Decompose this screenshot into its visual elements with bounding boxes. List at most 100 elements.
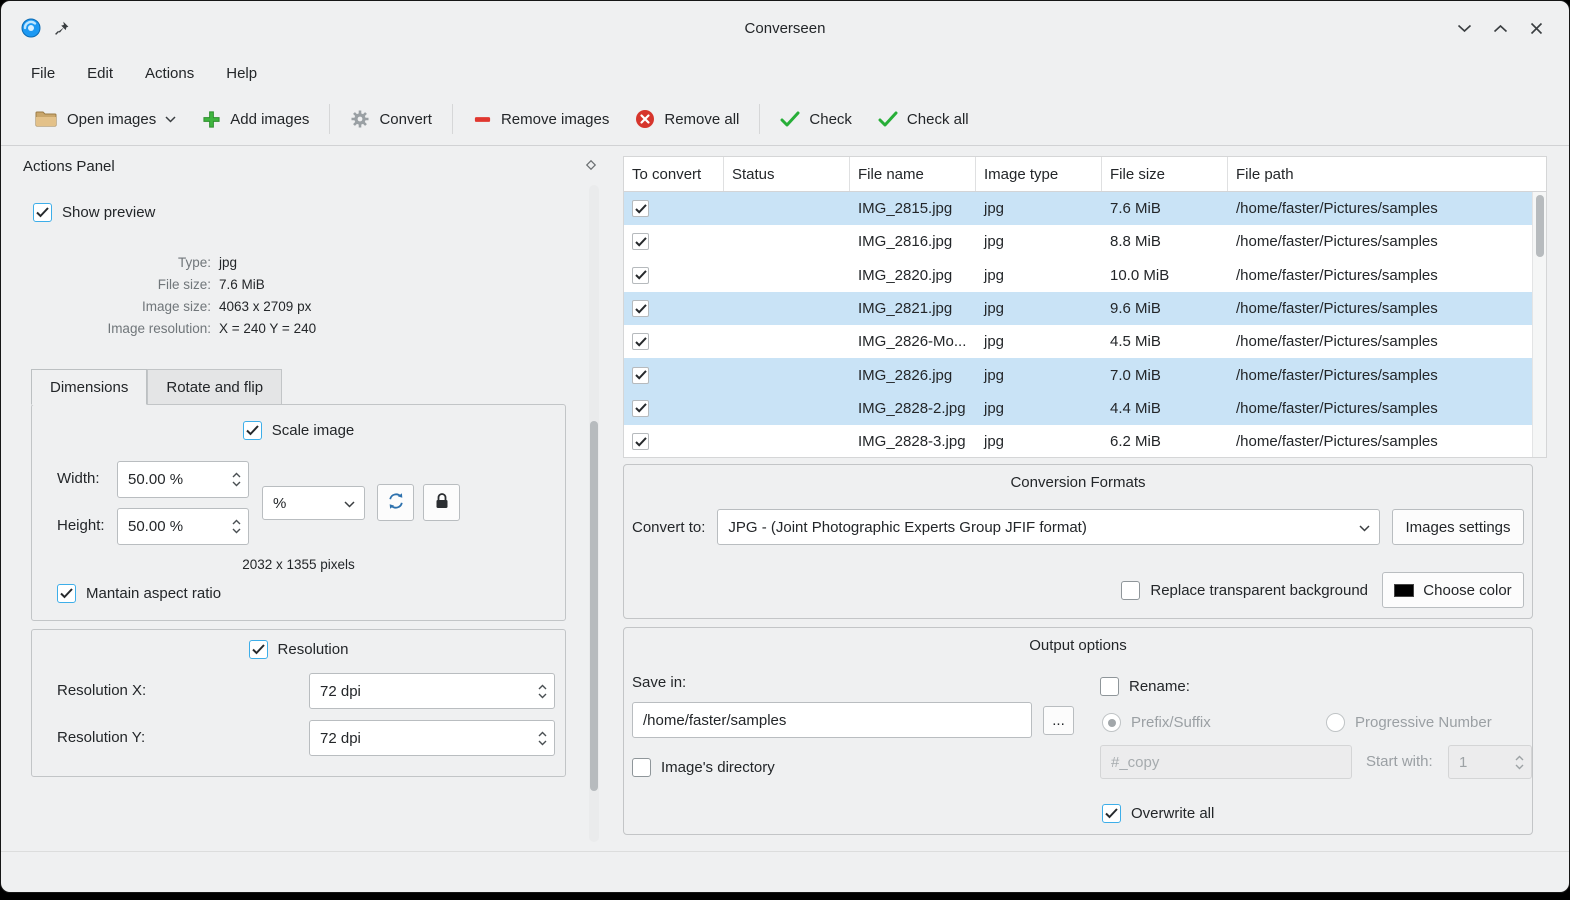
format-dropdown[interactable]: JPG - (Joint Photographic Experts Group …: [717, 509, 1380, 545]
row-file-path: /home/faster/Pictures/samples: [1228, 259, 1532, 292]
maximize-icon[interactable]: [1491, 19, 1509, 37]
row-convert-checkbox[interactable]: [632, 333, 649, 350]
row-convert-checkbox[interactable]: [632, 367, 649, 384]
replace-background-checkbox[interactable]: Replace transparent background: [1121, 581, 1368, 600]
info-value: jpg: [219, 255, 561, 270]
actions-panel: Actions Panel Show preview Type: jpg Fil…: [1, 147, 609, 842]
column-header-to-convert[interactable]: To convert: [624, 157, 724, 191]
menu-file[interactable]: File: [29, 62, 57, 85]
save-path-input[interactable]: [632, 702, 1032, 738]
spinner-arrows[interactable]: [232, 519, 241, 534]
info-label: Type:: [1, 255, 211, 270]
row-file-path: /home/faster/Pictures/samples: [1228, 225, 1532, 258]
width-spinner[interactable]: 50.00 %: [117, 461, 249, 498]
rename-pattern-input[interactable]: [1100, 745, 1352, 779]
choose-color-button[interactable]: Choose color: [1382, 572, 1524, 608]
convert-button[interactable]: Convert: [337, 101, 445, 137]
resolution-y-spinner[interactable]: 72 dpi: [309, 720, 555, 756]
conversion-formats-title: Conversion Formats: [624, 474, 1532, 491]
prefix-suffix-radio[interactable]: Prefix/Suffix: [1102, 713, 1211, 732]
row-convert-checkbox[interactable]: [632, 233, 649, 250]
show-preview-checkbox[interactable]: Show preview: [33, 203, 155, 222]
row-convert-checkbox[interactable]: [632, 200, 649, 217]
table-row[interactable]: IMG_2816.jpgjpg8.8 MiB/home/faster/Pictu…: [624, 225, 1532, 258]
height-spinner[interactable]: 50.00 %: [117, 508, 249, 545]
images-settings-button[interactable]: Images settings: [1392, 509, 1524, 545]
refresh-icon: [387, 492, 405, 514]
row-file-size: 6.2 MiB: [1102, 425, 1228, 457]
spinner-arrows[interactable]: [1515, 755, 1524, 770]
row-convert-checkbox[interactable]: [632, 300, 649, 317]
lock-ratio-button[interactable]: [423, 484, 460, 521]
spinner-arrows[interactable]: [538, 731, 547, 746]
add-images-label: Add images: [230, 111, 309, 128]
remove-images-button[interactable]: Remove images: [460, 102, 622, 137]
scrollbar-thumb[interactable]: [1536, 195, 1544, 257]
start-with-label: Start with:: [1366, 753, 1433, 770]
row-file-path: /home/faster/Pictures/samples: [1228, 192, 1532, 225]
column-header-file-path[interactable]: File path: [1228, 157, 1546, 191]
radio-button: [1102, 713, 1121, 732]
row-convert-checkbox[interactable]: [632, 400, 649, 417]
converseen-window: Converseen File Edit Actions Help Open i…: [0, 0, 1570, 893]
table-row[interactable]: IMG_2821.jpgjpg9.6 MiB/home/faster/Pictu…: [624, 292, 1532, 325]
row-image-type: jpg: [976, 192, 1102, 225]
start-with-spinner[interactable]: 1: [1448, 745, 1532, 779]
table-row[interactable]: IMG_2826-Mo...jpg4.5 MiB/home/faster/Pic…: [624, 325, 1532, 358]
progressive-number-radio[interactable]: Progressive Number: [1326, 713, 1492, 732]
menu-actions[interactable]: Actions: [143, 62, 196, 85]
menu-edit[interactable]: Edit: [85, 62, 115, 85]
resolution-x-spinner[interactable]: 72 dpi: [309, 673, 555, 709]
column-header-file-size[interactable]: File size: [1102, 157, 1228, 191]
scale-image-checkbox[interactable]: Scale image: [243, 421, 355, 440]
checkbox-box: [33, 203, 52, 222]
row-file-path: /home/faster/Pictures/samples: [1228, 425, 1532, 457]
close-icon[interactable]: [1527, 19, 1545, 37]
browse-label: ...: [1052, 712, 1065, 729]
row-convert-checkbox[interactable]: [632, 433, 649, 450]
tab-dimensions[interactable]: Dimensions: [31, 369, 147, 405]
row-status: [724, 325, 850, 358]
row-convert-checkbox[interactable]: [632, 267, 649, 284]
resolution-checkbox[interactable]: Resolution: [249, 640, 349, 659]
row-file-name: IMG_2816.jpg: [850, 225, 976, 258]
file-table-scrollbar[interactable]: [1532, 192, 1546, 457]
table-row[interactable]: IMG_2815.jpgjpg7.6 MiB/home/faster/Pictu…: [624, 192, 1532, 225]
row-status: [724, 259, 850, 292]
column-header-status[interactable]: Status: [724, 157, 850, 191]
unit-dropdown[interactable]: %: [262, 486, 365, 520]
table-row[interactable]: IMG_2828-3.jpgjpg6.2 MiB/home/faster/Pic…: [624, 425, 1532, 457]
float-panel-icon[interactable]: [585, 158, 597, 175]
menu-help[interactable]: Help: [224, 62, 259, 85]
add-images-button[interactable]: Add images: [189, 102, 322, 137]
maintain-aspect-checkbox[interactable]: Mantain aspect ratio: [57, 584, 221, 603]
reset-ratio-button[interactable]: [377, 484, 414, 521]
check-button[interactable]: Check: [767, 103, 865, 136]
minimize-icon[interactable]: [1455, 19, 1473, 37]
row-file-size: 8.8 MiB: [1102, 225, 1228, 258]
column-header-file-name[interactable]: File name: [850, 157, 976, 191]
tab-rotate-and-flip[interactable]: Rotate and flip: [147, 369, 282, 405]
table-row[interactable]: IMG_2826.jpgjpg7.0 MiB/home/faster/Pictu…: [624, 358, 1532, 391]
spinner-arrows[interactable]: [538, 684, 547, 699]
column-header-image-type[interactable]: Image type: [976, 157, 1102, 191]
table-row[interactable]: IMG_2828-2.jpgjpg4.4 MiB/home/faster/Pic…: [624, 392, 1532, 425]
remove-all-button[interactable]: Remove all: [622, 101, 752, 137]
actions-panel-scrollbar[interactable]: [589, 185, 599, 842]
scrollbar-thumb[interactable]: [590, 421, 598, 791]
browse-button[interactable]: ...: [1043, 706, 1074, 735]
replace-background-label: Replace transparent background: [1150, 582, 1368, 599]
row-image-type: jpg: [976, 392, 1102, 425]
rename-checkbox[interactable]: Rename:: [1100, 677, 1190, 696]
table-row[interactable]: IMG_2820.jpgjpg10.0 MiB/home/faster/Pict…: [624, 259, 1532, 292]
spinner-arrows[interactable]: [232, 472, 241, 487]
unit-value: %: [273, 495, 286, 512]
choose-color-label: Choose color: [1423, 582, 1511, 599]
images-directory-checkbox[interactable]: Image's directory: [632, 758, 775, 777]
checkbox-box: [1121, 581, 1140, 600]
overwrite-all-checkbox[interactable]: Overwrite all: [1102, 804, 1214, 823]
open-images-button[interactable]: Open images: [21, 101, 189, 137]
start-with-value: 1: [1459, 754, 1467, 771]
folder-icon: [34, 109, 58, 129]
check-all-button[interactable]: Check all: [865, 103, 982, 136]
